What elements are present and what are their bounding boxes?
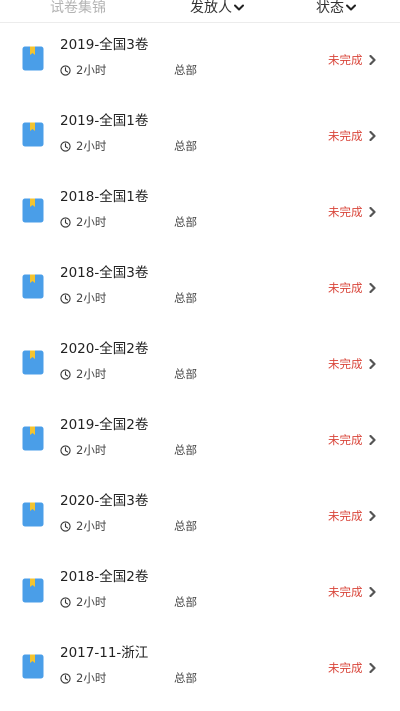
list-header: 试卷集锦 发放人 状态: [0, 0, 400, 23]
paper-duration: 2小时: [76, 139, 107, 153]
paper-sender: 总部: [174, 595, 197, 609]
paper-sender: 总部: [174, 443, 197, 457]
paper-status: 未完成: [328, 281, 363, 295]
sender-filter-dropdown[interactable]: 发放人: [190, 0, 244, 17]
clock-icon: [60, 141, 71, 152]
book-icon: [22, 578, 44, 603]
status-filter-label: 状态: [316, 0, 344, 16]
chevron-down-icon: [234, 4, 244, 11]
paper-sender: 总部: [174, 139, 197, 153]
paper-list-item[interactable]: 2017-11-浙江 2小时 总部 未完成: [0, 630, 400, 706]
clock-icon: [60, 521, 71, 532]
paper-duration: 2小时: [76, 215, 107, 229]
paper-title: 2017-11-浙江: [60, 645, 149, 661]
paper-status: 未完成: [328, 509, 363, 523]
paper-sender: 总部: [174, 215, 197, 229]
paper-title: 2018-全国1卷: [60, 189, 149, 205]
chevron-right-icon: [369, 511, 376, 521]
paper-status: 未完成: [328, 53, 363, 67]
paper-title: 2019-全国3卷: [60, 37, 149, 53]
paper-list-item[interactable]: 2018-全国3卷 2小时 总部 未完成: [0, 250, 400, 326]
clock-icon: [60, 65, 71, 76]
book-icon: [22, 350, 44, 375]
paper-sender: 总部: [174, 519, 197, 533]
chevron-right-icon: [369, 207, 376, 217]
paper-duration: 2小时: [76, 443, 107, 457]
paper-status: 未完成: [328, 205, 363, 219]
book-icon: [22, 198, 44, 223]
paper-list-item[interactable]: 2020-全国2卷 2小时 总部 未完成: [0, 326, 400, 402]
paper-duration: 2小时: [76, 519, 107, 533]
chevron-right-icon: [369, 663, 376, 673]
paper-list-item[interactable]: 2018-全国1卷 2小时 总部 未完成: [0, 174, 400, 250]
paper-sender: 总部: [174, 367, 197, 381]
paper-status: 未完成: [328, 357, 363, 371]
paper-status: 未完成: [328, 661, 363, 675]
book-icon: [22, 46, 44, 71]
paper-list-item[interactable]: 2019-全国3卷 2小时 总部 未完成: [0, 22, 400, 98]
paper-status: 未完成: [328, 585, 363, 599]
paper-title: 2019-全国1卷: [60, 113, 149, 129]
paper-list-item[interactable]: 2019-全国1卷 2小时 总部 未完成: [0, 98, 400, 174]
chevron-down-icon: [346, 4, 356, 11]
paper-status: 未完成: [328, 433, 363, 447]
clock-icon: [60, 217, 71, 228]
chevron-right-icon: [369, 587, 376, 597]
paper-list-item[interactable]: 2020-全国3卷 2小时 总部 未完成: [0, 478, 400, 554]
paper-sender: 总部: [174, 63, 197, 77]
book-icon: [22, 122, 44, 147]
book-icon: [22, 654, 44, 679]
clock-icon: [60, 293, 71, 304]
paper-title: 2018-全国2卷: [60, 569, 149, 585]
paper-sender: 总部: [174, 291, 197, 305]
book-icon: [22, 502, 44, 527]
clock-icon: [60, 597, 71, 608]
paper-title: 2018-全国3卷: [60, 265, 149, 281]
header-title: 试卷集锦: [50, 0, 106, 16]
clock-icon: [60, 369, 71, 380]
paper-duration: 2小时: [76, 595, 107, 609]
paper-title: 2020-全国2卷: [60, 341, 149, 357]
paper-list-item[interactable]: 2018-全国2卷 2小时 总部 未完成: [0, 554, 400, 630]
paper-title: 2019-全国2卷: [60, 417, 149, 433]
paper-list-item[interactable]: 2019-全国2卷 2小时 总部 未完成: [0, 402, 400, 478]
chevron-right-icon: [369, 131, 376, 141]
clock-icon: [60, 445, 71, 456]
exam-paper-list-screen: 试卷集锦 发放人 状态 2019-全国3卷 2小时 总部 未完成 2019-全国…: [0, 0, 400, 711]
paper-sender: 总部: [174, 671, 197, 685]
paper-duration: 2小时: [76, 291, 107, 305]
chevron-right-icon: [369, 435, 376, 445]
sender-filter-label: 发放人: [190, 0, 232, 16]
paper-list: 2019-全国3卷 2小时 总部 未完成 2019-全国1卷 2小时 总部 未完…: [0, 22, 400, 706]
chevron-right-icon: [369, 359, 376, 369]
paper-duration: 2小时: [76, 671, 107, 685]
clock-icon: [60, 673, 71, 684]
chevron-right-icon: [369, 55, 376, 65]
paper-status: 未完成: [328, 129, 363, 143]
status-filter-dropdown[interactable]: 状态: [316, 0, 356, 17]
paper-duration: 2小时: [76, 63, 107, 77]
book-icon: [22, 426, 44, 451]
paper-title: 2020-全国3卷: [60, 493, 149, 509]
book-icon: [22, 274, 44, 299]
paper-duration: 2小时: [76, 367, 107, 381]
chevron-right-icon: [369, 283, 376, 293]
